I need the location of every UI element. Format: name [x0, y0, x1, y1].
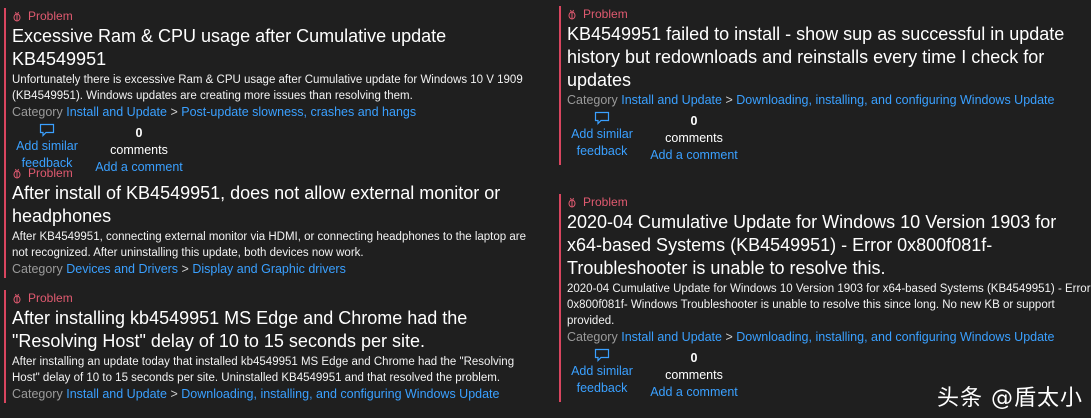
problem-tag: Problem	[567, 194, 1091, 210]
category-row: Category Install and Update > Downloadin…	[567, 329, 1091, 346]
category-label: Category	[12, 262, 63, 276]
category-row: Category Install and Update > Downloadin…	[12, 386, 545, 403]
category-separator: >	[166, 387, 182, 401]
problem-tag-label: Problem	[28, 166, 73, 180]
category-separator: >	[178, 262, 193, 276]
category-row: Category Install and Update > Post-updat…	[12, 104, 545, 121]
comments-label: comments	[665, 131, 723, 145]
category-label: Category	[12, 387, 63, 401]
comments-label: comments	[665, 368, 723, 382]
subcategory-link[interactable]: Display and Graphic drivers	[192, 262, 346, 276]
category-separator: >	[721, 330, 737, 344]
bug-icon	[568, 9, 576, 19]
problem-tag-label: Problem	[583, 7, 628, 21]
screenshot-root: Problem Excessive Ram & CPU usage after …	[0, 0, 1091, 418]
category-separator: >	[721, 93, 737, 107]
comments-block: 0 comments Add a comment	[649, 113, 739, 164]
feedback-title[interactable]: KB4549951 failed to install - show sup a…	[567, 23, 1091, 92]
feedback-card: Problem Excessive Ram & CPU usage after …	[4, 8, 545, 177]
add-similar-label-2: feedback	[576, 144, 628, 158]
feedback-title[interactable]: After install of KB4549951, does not all…	[12, 182, 545, 228]
category-row: Category Devices and Drivers > Display a…	[12, 261, 545, 278]
category-label: Category	[12, 105, 63, 119]
subcategory-link[interactable]: Post-update slowness, crashes and hangs	[181, 105, 416, 119]
category-link[interactable]: Install and Update	[66, 387, 167, 401]
feedback-bubble-icon	[594, 348, 610, 362]
add-similar-label: Add similar	[571, 364, 633, 378]
category-link[interactable]: Install and Update	[66, 105, 167, 119]
subcategory-link[interactable]: Downloading, installing, and configuring…	[181, 387, 499, 401]
feedback-bubble-icon	[39, 123, 55, 137]
comment-count: 0	[135, 126, 143, 140]
feedback-title[interactable]: After installing kb4549951 MS Edge and C…	[12, 307, 545, 353]
category-link[interactable]: Devices and Drivers	[66, 262, 178, 276]
bug-icon	[13, 168, 21, 178]
add-similar-label-2: feedback	[576, 381, 628, 395]
category-link[interactable]: Install and Update	[621, 93, 722, 107]
feedback-description: 2020-04 Cumulative Update for Windows 10…	[567, 283, 1091, 327]
problem-tag: Problem	[567, 6, 1091, 22]
feedback-card: Problem 2020-04 Cumulative Update for Wi…	[559, 194, 1091, 402]
add-similar-label: Add similar	[571, 127, 633, 141]
feedback-description: After installing an update today that in…	[12, 356, 515, 384]
comment-count: 0	[690, 114, 698, 128]
problem-tag: Problem	[12, 290, 545, 306]
category-separator: >	[166, 105, 182, 119]
category-label: Category	[567, 330, 618, 344]
feedback-bubble-icon	[594, 111, 610, 125]
comments-label: comments	[110, 143, 168, 157]
feedback-card: Problem After installing kb4549951 MS Ed…	[4, 290, 545, 403]
feedback-description: Unfortunately there is excessive Ram & C…	[12, 74, 523, 102]
add-comment-link[interactable]: Add a comment	[650, 148, 738, 162]
feedback-title[interactable]: 2020-04 Cumulative Update for Windows 10…	[567, 211, 1091, 280]
problem-tag-label: Problem	[583, 195, 628, 209]
bug-icon	[13, 293, 21, 303]
problem-tag-label: Problem	[28, 9, 73, 23]
watermark-text: 头条 @盾太小	[937, 386, 1083, 411]
category-link[interactable]: Install and Update	[621, 330, 722, 344]
add-similar-feedback-button[interactable]: Add similar feedback	[567, 111, 637, 160]
feedback-card: Problem KB4549951 failed to install - sh…	[559, 6, 1091, 165]
subcategory-link[interactable]: Downloading, installing, and configuring…	[736, 330, 1054, 344]
bug-icon	[13, 11, 21, 21]
problem-tag: Problem	[12, 8, 545, 24]
subcategory-link[interactable]: Downloading, installing, and configuring…	[736, 93, 1054, 107]
comment-count: 0	[690, 351, 698, 365]
comments-block: 0 comments Add a comment	[649, 350, 739, 401]
feedback-card: Problem After install of KB4549951, does…	[4, 165, 545, 278]
add-similar-feedback-button[interactable]: Add similar feedback	[567, 348, 637, 397]
problem-tag: Problem	[12, 165, 545, 181]
category-row: Category Install and Update > Downloadin…	[567, 92, 1091, 109]
category-label: Category	[567, 93, 618, 107]
add-similar-label: Add similar	[16, 139, 78, 153]
problem-tag-label: Problem	[28, 291, 73, 305]
add-comment-link[interactable]: Add a comment	[650, 385, 738, 399]
card-actions: Add similar feedback 0 comments Add a co…	[567, 111, 1091, 165]
feedback-title[interactable]: Excessive Ram & CPU usage after Cumulati…	[12, 25, 545, 71]
feedback-description: After KB4549951, connecting external mon…	[12, 231, 526, 259]
bug-icon	[568, 197, 576, 207]
